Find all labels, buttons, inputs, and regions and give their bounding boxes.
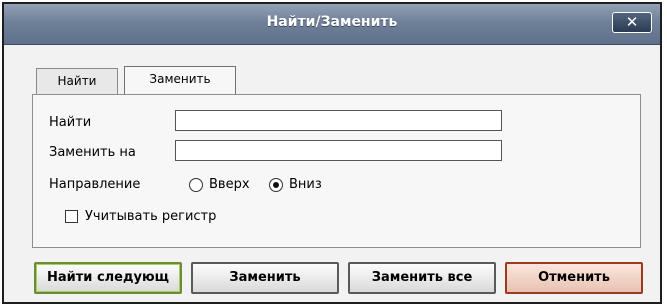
- tab-find[interactable]: Найти: [36, 68, 118, 95]
- find-next-button[interactable]: Найти следующ: [34, 262, 182, 294]
- close-button[interactable]: ✕: [612, 12, 652, 33]
- dialog-title: Найти/Заменить: [266, 14, 398, 30]
- find-label: Найти: [49, 115, 92, 130]
- direction-up-label: Вверх: [209, 177, 250, 192]
- replace-all-button[interactable]: Заменить все: [348, 262, 496, 294]
- tab-replace-label: Заменить: [149, 72, 211, 86]
- direction-label: Направление: [49, 177, 141, 192]
- find-replace-dialog: Найти/Заменить ✕ Найти Заменить Найти За…: [2, 2, 662, 304]
- cancel-button[interactable]: Отменить: [505, 262, 643, 294]
- tab-replace[interactable]: Заменить: [124, 66, 236, 95]
- direction-down-radio[interactable]: [269, 178, 283, 192]
- match-case-label: Учитывать регистр: [85, 209, 217, 224]
- replace-tab-panel: Найти Заменить на Направление Вверх Вниз…: [32, 94, 641, 248]
- replace-button[interactable]: Заменить: [191, 262, 339, 294]
- tab-find-label: Найти: [57, 74, 97, 88]
- direction-up-radio[interactable]: [189, 178, 203, 192]
- title-bar[interactable]: Найти/Заменить ✕: [4, 4, 660, 45]
- close-icon: ✕: [625, 13, 639, 31]
- match-case-checkbox[interactable]: [65, 210, 78, 223]
- replace-input[interactable]: [175, 140, 502, 161]
- replace-label: Заменить на: [49, 145, 136, 160]
- direction-down-label: Вниз: [289, 177, 322, 192]
- find-input[interactable]: [175, 110, 502, 131]
